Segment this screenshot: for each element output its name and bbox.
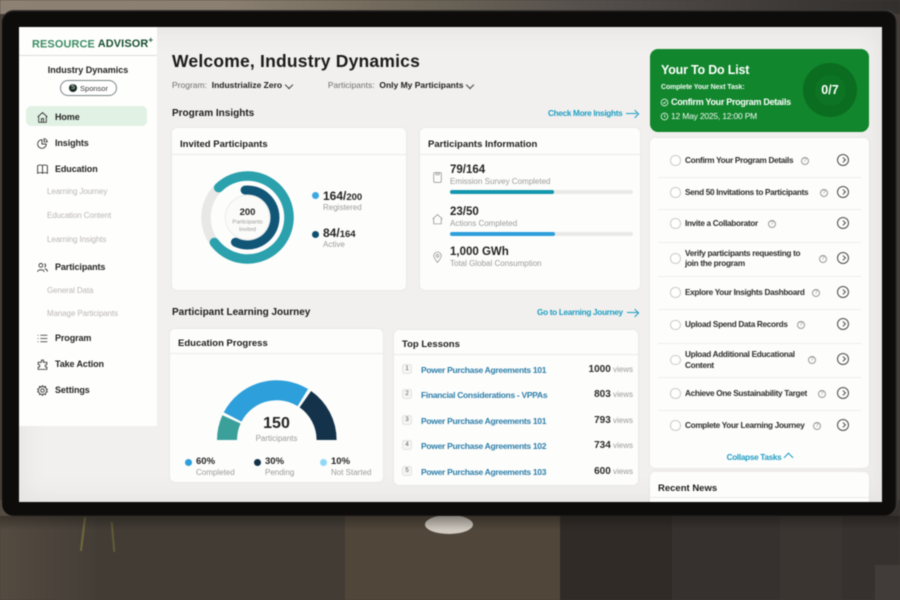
svg-text:Participants: Participants [232,220,262,226]
svg-text:200: 200 [240,207,256,218]
svg-text:Invited: Invited [239,227,256,233]
